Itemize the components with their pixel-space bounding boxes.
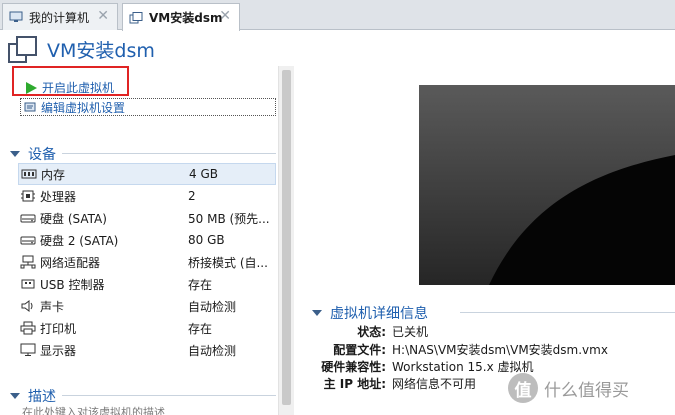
memory-icon (21, 167, 37, 181)
tab-my-computer[interactable]: 我的计算机 ✕ (2, 3, 118, 30)
divider (460, 312, 675, 313)
settings-icon (23, 100, 37, 114)
close-icon[interactable]: ✕ (97, 8, 109, 24)
device-row-display[interactable]: 显示器 自动检测 (18, 339, 276, 361)
printer-icon (20, 321, 36, 335)
device-value: 2 (188, 189, 196, 203)
details-section-toggle[interactable]: 虚拟机详细信息 (312, 303, 428, 323)
description-input[interactable]: 在此处键入对该虚拟机的描述 (22, 404, 165, 415)
device-name: 处理器 (40, 189, 77, 204)
device-name: 声卡 (40, 299, 65, 314)
device-value: 80 GB (188, 233, 225, 247)
computer-icon (9, 11, 23, 23)
tab-label: 我的计算机 (29, 10, 90, 25)
usb-icon (20, 277, 36, 291)
detail-label: 配置文件: (333, 343, 386, 357)
watermark-text: 什么值得买 (544, 380, 629, 401)
left-pane-scrollbar[interactable] (278, 66, 294, 415)
edit-settings-label: 编辑虚拟机设置 (41, 100, 126, 115)
detail-label: 状态: (357, 325, 386, 339)
divider (62, 153, 276, 154)
device-value: 4 GB (189, 167, 218, 181)
device-row-printer[interactable]: 打印机 存在 (18, 317, 276, 339)
hard-disk-icon (20, 211, 36, 225)
device-name: USB 控制器 (40, 277, 105, 292)
detail-value: 网络信息不可用 (392, 377, 477, 391)
device-value: 桥接模式 (自... (188, 255, 268, 270)
vm-screen-preview[interactable] (419, 85, 675, 285)
device-name: 显示器 (40, 343, 77, 358)
play-icon (24, 81, 38, 95)
device-name: 硬盘 (SATA) (40, 211, 107, 226)
page-title: VM安装dsm (47, 40, 155, 62)
detail-row-config-file: 配置文件: H:\NAS\VM安装dsm\VM安装dsm.vmx (300, 341, 675, 359)
collapse-icon (312, 310, 322, 316)
vm-icon (8, 36, 38, 64)
device-row-memory[interactable]: 内存 4 GB (18, 163, 276, 185)
watermark-logo: 值 (508, 373, 538, 403)
network-adapter-icon (20, 255, 36, 269)
vm-tab-icon (129, 11, 143, 24)
details-heading: 虚拟机详细信息 (330, 306, 428, 322)
power-on-label: 开启此虚拟机 (42, 81, 115, 95)
device-value: 自动检测 (188, 299, 237, 314)
device-row-usb[interactable]: USB 控制器 存在 (18, 273, 276, 295)
collapse-icon (10, 393, 20, 399)
devices-heading: 设备 (28, 147, 56, 163)
device-row-cpu[interactable]: 处理器 2 (18, 185, 276, 207)
device-value: 自动检测 (188, 343, 237, 358)
tab-bar: 我的计算机 ✕ VM安装dsm ✕ (0, 0, 675, 31)
divider (62, 395, 276, 396)
detail-row-state: 状态: 已关机 (300, 323, 675, 341)
collapse-icon (10, 151, 20, 157)
power-on-button[interactable]: 开启此虚拟机 (24, 79, 114, 96)
device-name: 网络适配器 (40, 255, 101, 270)
watermark: 值 什么值得买 (508, 373, 629, 403)
edit-settings-button[interactable]: 编辑虚拟机设置 (20, 98, 276, 116)
device-value: 存在 (188, 321, 213, 336)
display-icon (20, 343, 36, 357)
screen-gloss (419, 85, 675, 285)
detail-label: 硬件兼容性: (321, 360, 386, 374)
detail-label: 主 IP 地址: (323, 377, 386, 391)
device-name: 内存 (41, 167, 66, 182)
hard-disk-icon (20, 233, 36, 247)
device-row-hard-disk[interactable]: 硬盘 (SATA) 50 MB (预先... (18, 207, 276, 229)
detail-value: H:\NAS\VM安装dsm\VM安装dsm.vmx (392, 343, 608, 357)
sound-card-icon (20, 299, 36, 313)
tab-vm[interactable]: VM安装dsm ✕ (122, 3, 240, 31)
close-icon[interactable]: ✕ (219, 8, 231, 24)
device-value: 存在 (188, 277, 213, 292)
description-section-toggle[interactable]: 描述 (10, 386, 56, 406)
description-heading: 描述 (28, 389, 56, 405)
device-name: 打印机 (40, 321, 77, 336)
device-row-network[interactable]: 网络适配器 桥接模式 (自... (18, 251, 276, 273)
device-name: 硬盘 2 (SATA) (40, 233, 119, 248)
device-row-hard-disk-2[interactable]: 硬盘 2 (SATA) 80 GB (18, 229, 276, 251)
scrollbar-thumb[interactable] (282, 70, 291, 405)
devices-section-toggle[interactable]: 设备 (10, 144, 56, 164)
cpu-icon (20, 189, 36, 203)
device-row-sound[interactable]: 声卡 自动检测 (18, 295, 276, 317)
device-value: 50 MB (预先... (188, 211, 270, 226)
tab-label: VM安装dsm (149, 11, 223, 25)
detail-value: 已关机 (392, 325, 429, 339)
